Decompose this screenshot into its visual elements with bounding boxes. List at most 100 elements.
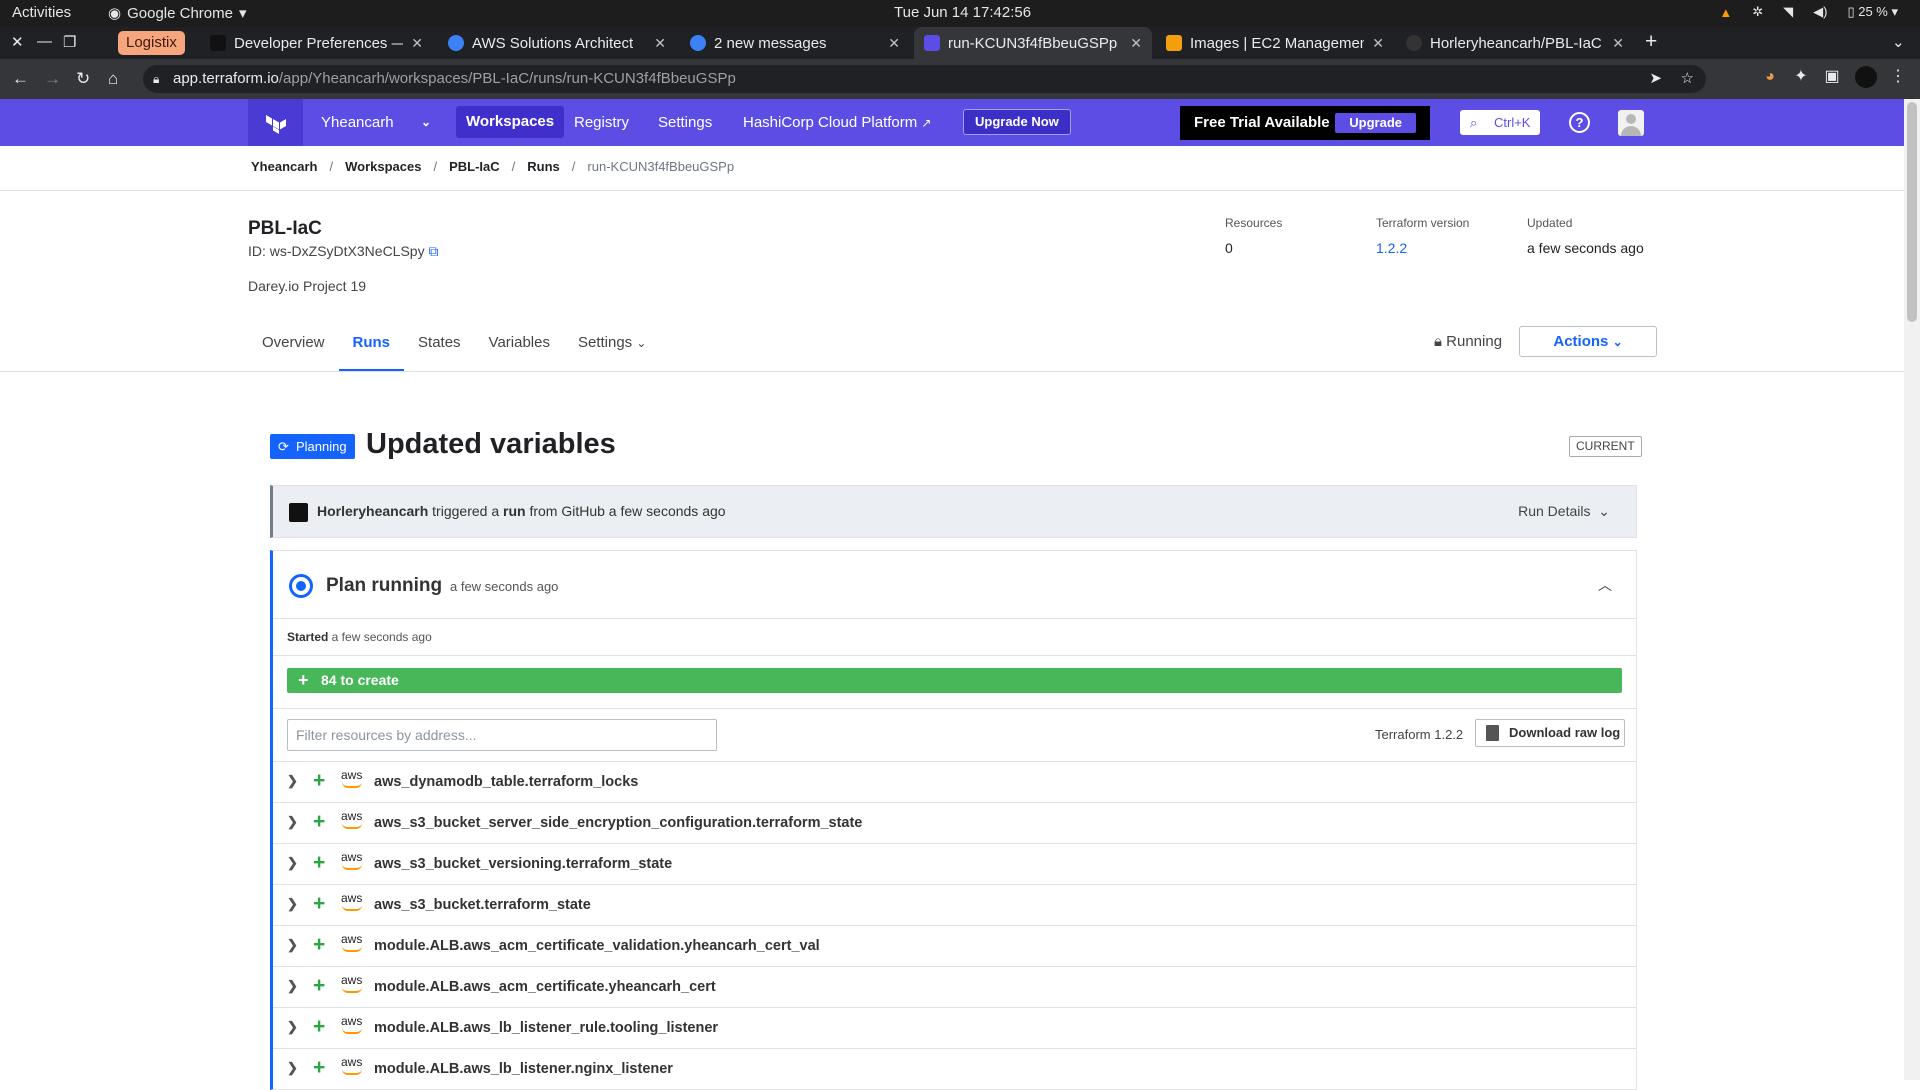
resource-row[interactable]: ❯ + aws module.ALB.aws_lb_listener_rule.too… (273, 1008, 1636, 1049)
system-top-bar: Activities ◉ Google Chrome ▾ Tue Jun 14 17… (0, 0, 1920, 27)
meta-updated: Updated a few seconds ago (1527, 216, 1644, 256)
breadcrumb-run: run-KCUN3f4fBbeuGSPp (587, 159, 735, 174)
restore-window-icon[interactable]: ❐ (63, 33, 76, 51)
bookmark-star-icon[interactable]: ☆ (1681, 65, 1694, 93)
color-extension-icon[interactable]: ◕ (1761, 68, 1779, 86)
terraform-version-link[interactable]: 1.2.2 (1376, 240, 1469, 256)
close-tab-icon[interactable]: ✕ (1372, 35, 1384, 52)
settings-tray-icon: ✲ (1752, 4, 1764, 19)
send-icon[interactable]: ➤ (1649, 65, 1662, 93)
page-scrollbar[interactable] (1904, 99, 1920, 1080)
plan-time: a few seconds ago (450, 579, 559, 594)
actions-dropdown[interactable]: Actions ⌄ (1519, 326, 1657, 357)
plus-icon: + (313, 892, 326, 915)
nav-workspaces[interactable]: Workspaces (456, 106, 565, 138)
org-switcher[interactable]: Yheancarh (321, 99, 394, 146)
tab-developer-preferences[interactable]: Developer Preferences — ✕ (200, 27, 433, 59)
download-raw-log-button[interactable]: Download raw log (1475, 719, 1625, 747)
home-icon[interactable]: ⌂ (108, 69, 118, 89)
resource-row[interactable]: ❯ + aws aws_dynamodb_table.terraform_locks (273, 762, 1636, 803)
tab-settings[interactable]: Settings ⌄ (578, 322, 660, 372)
plan-header[interactable]: Plan running a few seconds ago ︿ (273, 551, 1636, 619)
terraform-logo-icon[interactable] (248, 99, 303, 146)
filter-resources-input[interactable]: Filter resources by address... (287, 719, 717, 751)
chevron-right-icon[interactable]: ❯ (287, 773, 298, 789)
chrome-menu-icon[interactable]: ⋮ (1889, 68, 1907, 86)
resource-row[interactable]: ❯ + aws module.ALB.aws_acm_certificate.yhea… (273, 967, 1636, 1008)
chevron-up-icon[interactable]: ︿ (1598, 575, 1612, 595)
clock[interactable]: Tue Jun 14 17:42:56 (894, 4, 1031, 21)
scrollbar-thumb[interactable] (1907, 102, 1917, 322)
tab-aws-solutions[interactable]: AWS Solutions Architect ✕ (438, 27, 676, 59)
blue-favicon-icon (448, 35, 464, 51)
help-icon[interactable]: ? (1569, 112, 1590, 133)
org-chevron-down-icon[interactable]: ⌄ (421, 99, 431, 146)
close-tab-icon[interactable]: ✕ (888, 35, 900, 52)
run-details-toggle[interactable]: Run Details ⌄ (1518, 486, 1610, 537)
side-panel-icon[interactable]: ▣ (1823, 68, 1841, 86)
url-bar[interactable]: 🔒︎ app.terraform.io/app/Yheancarh/workspa… (143, 65, 1706, 93)
to-create-bar[interactable]: +84 to create (287, 668, 1622, 693)
plus-icon: + (313, 851, 326, 874)
chevron-right-icon[interactable]: ❯ (287, 937, 298, 953)
nav-settings[interactable]: Settings (658, 99, 712, 146)
tab-runs[interactable]: Runs (338, 322, 405, 372)
search-button[interactable]: ⌕ Ctrl+K (1460, 110, 1540, 135)
tab-github-repo[interactable]: Horleryheancarh/PBL-IaC ✕ (1396, 27, 1634, 59)
trigger-user[interactable]: Horleryheancarh (317, 503, 428, 519)
app-menu[interactable]: ◉ Google Chrome ▾ (108, 4, 247, 23)
tab-overview[interactable]: Overview (262, 322, 339, 372)
profile-avatar-icon[interactable] (1855, 66, 1877, 88)
chevron-right-icon[interactable]: ❯ (287, 1060, 298, 1076)
tab-group-logistix[interactable]: Logistix (118, 31, 185, 55)
run-title: Updated variables (366, 428, 616, 460)
extensions-puzzle-icon[interactable]: ✦ (1792, 68, 1810, 86)
aws-logo-icon: aws (341, 809, 363, 829)
resource-row[interactable]: ❯ + aws aws_s3_bucket.terraform_state (273, 885, 1636, 926)
browser-toolbar: ← → ↻ ⌂ 🔒︎ app.terraform.io/app/Yheancarh… (0, 59, 1920, 99)
terraform-favicon-icon (210, 35, 226, 51)
github-favicon-icon (1406, 35, 1422, 51)
tab-terraform-run[interactable]: run-KCUN3f4fBbeuGSPp | ✕ (914, 27, 1152, 59)
close-tab-icon[interactable]: ✕ (1612, 35, 1624, 52)
plus-icon: + (313, 1056, 326, 1079)
chevron-right-icon[interactable]: ❯ (287, 896, 298, 912)
breadcrumb-workspaces[interactable]: Workspaces (345, 159, 421, 174)
forward-icon[interactable]: → (44, 69, 61, 89)
sync-icon: ⟳ (278, 439, 289, 454)
tab-variables[interactable]: Variables (489, 322, 564, 372)
reload-icon[interactable]: ↻ (76, 69, 90, 89)
system-tray[interactable]: ▲ ✲ ◥ ◀) ▯ 25 % ▾ (1719, 4, 1898, 20)
new-tab-icon[interactable]: + (1645, 30, 1657, 54)
chevron-right-icon[interactable]: ❯ (287, 978, 298, 994)
chevron-right-icon[interactable]: ❯ (287, 1019, 298, 1035)
resource-row[interactable]: ❯ + aws module.ALB.aws_lb_listener.nginx_li… (273, 1049, 1636, 1090)
chevron-right-icon[interactable]: ❯ (287, 814, 298, 830)
resource-row[interactable]: ❯ + aws aws_s3_bucket_versioning.terraform_… (273, 844, 1636, 885)
breadcrumb-runs[interactable]: Runs (527, 159, 560, 174)
chevron-right-icon[interactable]: ❯ (287, 855, 298, 871)
running-status-icon (289, 574, 313, 598)
resource-row[interactable]: ❯ + aws module.ALB.aws_acm_certificate_vali… (273, 926, 1636, 967)
minimize-window-icon[interactable]: — (37, 33, 52, 50)
breadcrumb-workspace[interactable]: PBL-IaC (449, 159, 500, 174)
breadcrumb-org[interactable]: Yheancarh (251, 159, 317, 174)
upgrade-now-button[interactable]: Upgrade Now (963, 109, 1071, 135)
tab-ec2-images[interactable]: Images | EC2 Managemen ✕ (1156, 27, 1394, 59)
nav-hcp[interactable]: HashiCorp Cloud Platform ↗ (743, 99, 931, 146)
resource-row[interactable]: ❯ + aws aws_s3_bucket_server_side_encryptio… (273, 803, 1636, 844)
user-avatar[interactable] (1618, 110, 1644, 136)
tab-search-icon[interactable]: ⌄ (1892, 33, 1905, 51)
close-window-icon[interactable]: ✕ (11, 33, 24, 51)
activities-button[interactable]: Activities (12, 4, 71, 21)
tab-states[interactable]: States (418, 322, 475, 372)
close-tab-icon[interactable]: ✕ (1130, 35, 1142, 52)
tab-new-messages[interactable]: 2 new messages ✕ (680, 27, 910, 59)
close-tab-icon[interactable]: ✕ (411, 35, 423, 52)
copy-icon[interactable]: ⧉ (428, 243, 438, 259)
nav-registry[interactable]: Registry (574, 99, 629, 146)
back-icon[interactable]: ← (12, 69, 29, 89)
close-tab-icon[interactable]: ✕ (654, 35, 666, 52)
filter-row: Filter resources by address... Terraform… (273, 709, 1636, 762)
upgrade-button[interactable]: Upgrade (1335, 113, 1416, 133)
